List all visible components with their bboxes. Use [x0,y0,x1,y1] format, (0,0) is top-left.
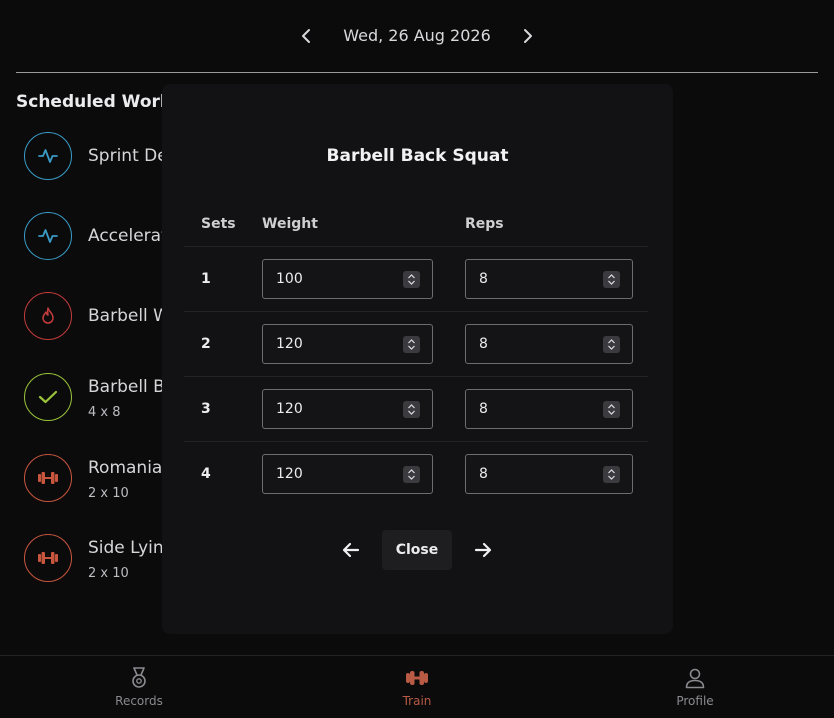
exercise-dialog: Barbell Back Squat Sets Weight Reps 1 10… [162,84,673,634]
previous-exercise-button[interactable] [338,530,364,570]
nav-train[interactable]: Train [347,656,487,718]
row-divider [184,376,648,377]
workout-sets: 2 x 10 [88,566,129,581]
flame-icon [24,292,72,340]
close-button[interactable]: Close [382,530,452,570]
dumbbell-icon [405,666,429,690]
weight-input[interactable]: 120 [262,324,433,364]
person-icon [684,666,706,690]
weight-value: 120 [276,336,303,352]
row-divider [184,246,648,247]
medal-icon [129,666,149,690]
dumbbell-icon [24,534,72,582]
chevron-right-icon [524,29,532,43]
date-label: Wed, 26 Aug 2026 [343,26,491,45]
set-number: 3 [201,401,211,417]
reps-value: 8 [479,401,488,417]
workout-name: Barbell B [88,377,165,397]
row-divider [184,311,648,312]
workout-name: Sprint De [88,146,168,166]
next-day-button[interactable] [518,26,538,46]
stepper-icon[interactable] [403,336,420,353]
workout-sets: 2 x 10 [88,486,129,501]
workout-name: Romania [88,458,163,478]
reps-value: 8 [479,336,488,352]
nav-label: Train [402,694,432,708]
stepper-icon[interactable] [403,271,420,288]
weight-input[interactable]: 100 [262,259,433,299]
check-icon [24,373,72,421]
weight-value: 120 [276,401,303,417]
row-divider [184,441,648,442]
weight-input[interactable]: 120 [262,454,433,494]
stepper-icon[interactable] [603,466,620,483]
bottom-navigation: Records Train Profile [0,655,834,718]
arrow-right-icon [474,542,492,558]
weight-header: Weight [262,216,318,232]
nav-label: Profile [676,694,714,708]
arrow-left-icon [342,542,360,558]
reps-input[interactable]: 8 [465,324,633,364]
nav-label: Records [115,694,163,708]
stepper-icon[interactable] [603,271,620,288]
workout-name: Accelerat [88,226,168,246]
date-navigator: Wed, 26 Aug 2026 [0,18,834,54]
dialog-title: Barbell Back Squat [326,146,509,166]
section-title: Scheduled Work [16,92,172,112]
stepper-icon[interactable] [603,336,620,353]
reps-value: 8 [479,466,488,482]
weight-value: 100 [276,271,303,287]
header-divider [16,72,818,73]
set-number: 2 [201,336,211,352]
stepper-icon[interactable] [603,401,620,418]
reps-header: Reps [465,216,504,232]
stepper-icon[interactable] [403,466,420,483]
chevron-left-icon [302,29,310,43]
workout-name: Side Lyin [88,538,164,558]
set-number: 1 [201,271,211,287]
sets-header: Sets [201,216,236,232]
reps-input[interactable]: 8 [465,454,633,494]
set-number: 4 [201,466,211,482]
reps-input[interactable]: 8 [465,259,633,299]
reps-value: 8 [479,271,488,287]
weight-input[interactable]: 120 [262,389,433,429]
stepper-icon[interactable] [403,401,420,418]
weight-value: 120 [276,466,303,482]
previous-day-button[interactable] [296,26,316,46]
nav-profile[interactable]: Profile [625,656,765,718]
reps-input[interactable]: 8 [465,389,633,429]
workout-name: Barbell W [88,306,170,326]
next-exercise-button[interactable] [470,530,496,570]
activity-icon [24,132,72,180]
dumbbell-icon [24,454,72,502]
activity-icon [24,212,72,260]
nav-records[interactable]: Records [69,656,209,718]
workout-sets: 4 x 8 [88,405,121,420]
